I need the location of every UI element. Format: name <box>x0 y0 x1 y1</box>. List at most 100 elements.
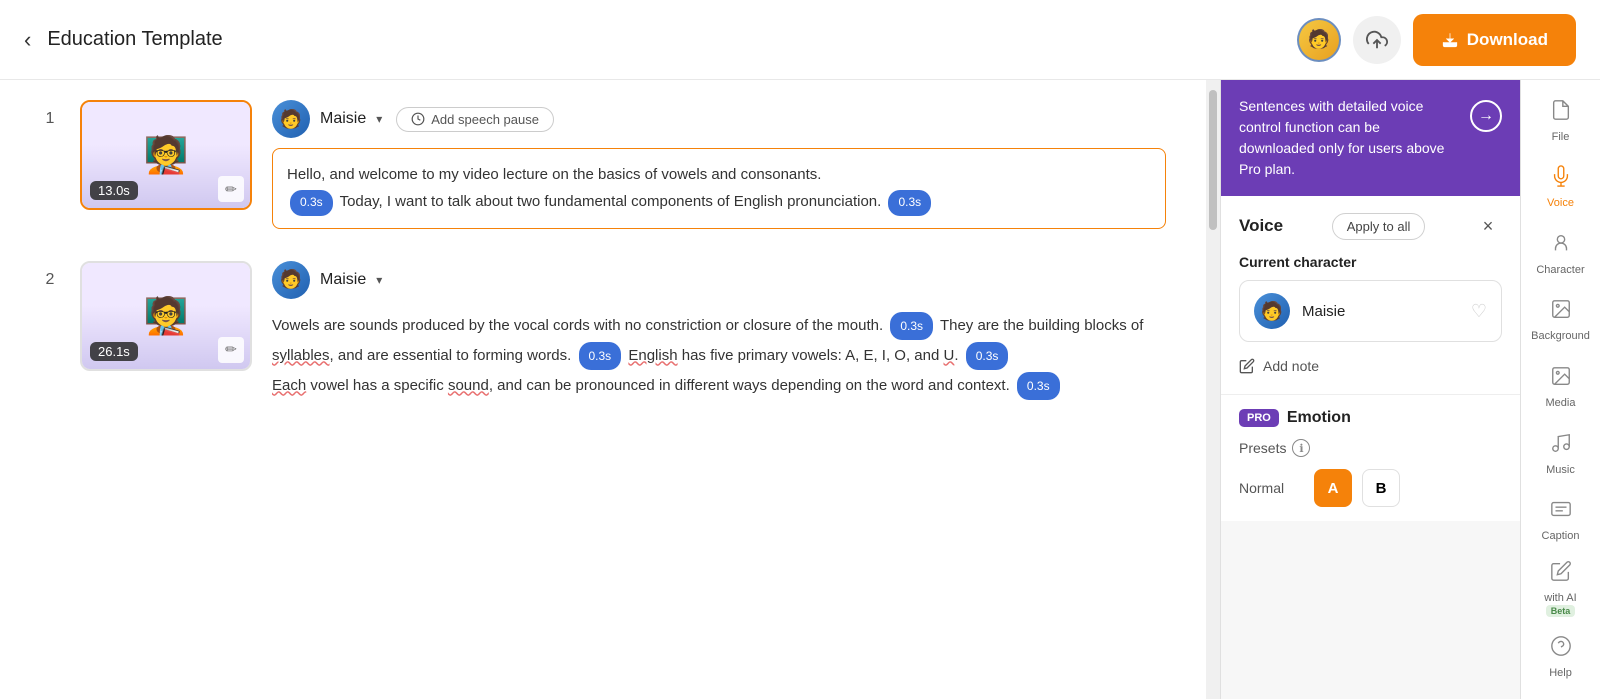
sidebar-background-label: Background <box>1531 330 1590 343</box>
voice-panel: Voice Apply to all × Current character 🧑… <box>1221 196 1520 395</box>
emotion-header: PRO Emotion <box>1239 409 1502 427</box>
content-scrollbar[interactable] <box>1206 80 1220 699</box>
scene-text-1[interactable]: Hello, and welcome to my video lecture o… <box>272 148 1166 229</box>
right-panel: Sentences with detailed voice control fu… <box>1220 80 1520 699</box>
pause-badge-2a[interactable]: 0.3s <box>890 312 933 340</box>
scene-thumbnail-2[interactable]: 🧑‍🏫 26.1s ✏ <box>80 261 252 371</box>
scene-number-1: 1 <box>40 110 60 128</box>
scene-1: 1 🧑‍🏫 13.0s ✏ 🧑 Maisie ▾ Add speech paus… <box>40 100 1166 229</box>
pause-badge-1b[interactable]: 0.3s <box>888 190 931 216</box>
scene-text-2[interactable]: Vowels are sounds produced by the vocal … <box>272 309 1166 403</box>
scene-edit-1[interactable]: ✏ <box>218 176 244 202</box>
sidebar-voice-label: Voice <box>1547 197 1574 210</box>
scene-text-english: English <box>628 347 677 364</box>
pro-banner: Sentences with detailed voice control fu… <box>1221 80 1520 196</box>
main-layout: 1 🧑‍🏫 13.0s ✏ 🧑 Maisie ▾ Add speech paus… <box>0 80 1600 699</box>
sidebar-media-label: Media <box>1546 397 1576 410</box>
scene-text-each: Each <box>272 377 306 394</box>
upload-button[interactable] <box>1353 16 1401 64</box>
scene-thumbnail-1[interactable]: 🧑‍🏫 13.0s ✏ <box>80 100 252 210</box>
apply-to-all-button[interactable]: Apply to all <box>1332 213 1426 240</box>
pro-banner-text: Sentences with detailed voice control fu… <box>1239 96 1458 180</box>
presets-info-icon[interactable]: ℹ <box>1292 439 1310 457</box>
note-icon <box>1239 358 1255 374</box>
scene-2: 2 🧑‍🏫 26.1s ✏ 🧑 Maisie ▾ Vowels are soun… <box>40 261 1166 403</box>
preset-normal-label: Normal <box>1239 480 1304 496</box>
heart-icon[interactable]: ♡ <box>1471 301 1487 322</box>
sidebar-item-voice[interactable]: Voice <box>1525 157 1597 220</box>
pause-badge-2b[interactable]: 0.3s <box>579 342 622 370</box>
add-note-row[interactable]: Add note <box>1239 354 1502 378</box>
scene-text-and: , and are essential to forming words. <box>330 347 576 364</box>
background-icon <box>1550 298 1572 326</box>
sidebar-item-character[interactable]: Character <box>1525 223 1597 286</box>
char-card-name: Maisie <box>1302 303 1459 320</box>
scene-edit-2[interactable]: ✏ <box>218 337 244 363</box>
pro-badge: PRO <box>1239 409 1279 427</box>
music-icon <box>1550 432 1572 460</box>
character-card[interactable]: 🧑 Maisie ♡ <box>1239 280 1502 342</box>
back-button[interactable]: ‹ <box>24 27 31 53</box>
preset-a-button[interactable]: A <box>1314 469 1352 507</box>
beta-badge: Beta <box>1546 605 1576 617</box>
scene-text-vowels: Vowels are sounds produced by the vocal … <box>272 317 887 334</box>
voice-panel-close[interactable]: × <box>1474 212 1502 240</box>
scrollbar-thumb[interactable] <box>1209 90 1217 230</box>
character-icon <box>1550 232 1572 260</box>
pause-badge-1a[interactable]: 0.3s <box>290 190 333 216</box>
scene-body-1: 🧑 Maisie ▾ Add speech pause Hello, and w… <box>272 100 1166 229</box>
content-area: 1 🧑‍🏫 13.0s ✏ 🧑 Maisie ▾ Add speech paus… <box>0 80 1206 699</box>
scene-body-2: 🧑 Maisie ▾ Vowels are sounds produced by… <box>272 261 1166 403</box>
preset-row: Normal A B <box>1239 469 1502 507</box>
sidebar-item-media[interactable]: Media <box>1525 356 1597 419</box>
scene-text-pronounced: , and can be pronounced in different way… <box>489 377 1014 394</box>
presets-row: Presets ℹ <box>1239 439 1502 457</box>
header: ‹ Education Template 🧑 Download <box>0 0 1600 80</box>
preset-b-button[interactable]: B <box>1362 469 1400 507</box>
speaker-name-2: Maisie <box>320 271 366 289</box>
scene-duration-1: 13.0s <box>90 181 138 200</box>
ai-icon <box>1550 560 1572 588</box>
sidebar-item-caption[interactable]: Caption <box>1525 489 1597 552</box>
add-speech-pause-btn-1[interactable]: Add speech pause <box>396 107 554 132</box>
speaker-dropdown-1[interactable]: ▾ <box>376 112 382 126</box>
scene-text-five-vowels: has five primary vowels: A, E, I, O, and <box>678 347 944 364</box>
scene-speaker-2: 🧑 Maisie ▾ <box>272 261 1166 299</box>
sidebar-item-file[interactable]: File <box>1525 90 1597 153</box>
help-icon <box>1550 635 1572 663</box>
presets-label: Presets <box>1239 440 1286 456</box>
sidebar-item-help[interactable]: Help <box>1525 626 1597 689</box>
far-right-sidebar: File Voice Character Background Media <box>1520 80 1600 699</box>
scene-text-they: They are the building blocks of <box>940 317 1143 334</box>
scene-text-highlighted-1: Hello, and welcome to my video lecture o… <box>287 166 821 183</box>
file-icon <box>1550 99 1572 127</box>
speaker-name-1: Maisie <box>320 110 366 128</box>
header-actions: 🧑 Download <box>1297 14 1576 66</box>
add-note-label: Add note <box>1263 358 1319 374</box>
sidebar-help-label: Help <box>1549 667 1572 680</box>
speaker-dropdown-2[interactable]: ▾ <box>376 273 382 287</box>
voice-panel-title: Voice <box>1239 216 1283 236</box>
avatar-face: 🧑 <box>1299 20 1339 60</box>
scene-number-2: 2 <box>40 271 60 289</box>
pause-badge-2d[interactable]: 0.3s <box>1017 372 1060 400</box>
current-character-label: Current character <box>1239 254 1502 270</box>
sidebar-item-background[interactable]: Background <box>1525 290 1597 353</box>
scene-speaker-1: 🧑 Maisie ▾ Add speech pause <box>272 100 1166 138</box>
scene-text-specific: vowel has a specific <box>306 377 448 394</box>
scene-text-syllables: syllables <box>272 347 330 364</box>
pro-banner-arrow[interactable]: → <box>1470 100 1502 132</box>
download-button[interactable]: Download <box>1413 14 1576 66</box>
sidebar-item-music[interactable]: Music <box>1525 423 1597 486</box>
scene-duration-2: 26.1s <box>90 342 138 361</box>
scene-text-period: . <box>954 347 962 364</box>
sidebar-ai-label: with AI Beta <box>1529 592 1593 618</box>
pause-badge-2c[interactable]: 0.3s <box>966 342 1009 370</box>
user-avatar[interactable]: 🧑 <box>1297 18 1341 62</box>
voice-header: Voice Apply to all × <box>1239 212 1502 240</box>
sidebar-caption-label: Caption <box>1542 530 1580 543</box>
sidebar-item-ai[interactable]: with AI Beta <box>1525 556 1597 622</box>
sidebar-character-label: Character <box>1536 264 1584 277</box>
scene-text-sound: sound <box>448 377 489 394</box>
scene-text-today: Today, I want to talk about two fundamen… <box>340 193 886 210</box>
